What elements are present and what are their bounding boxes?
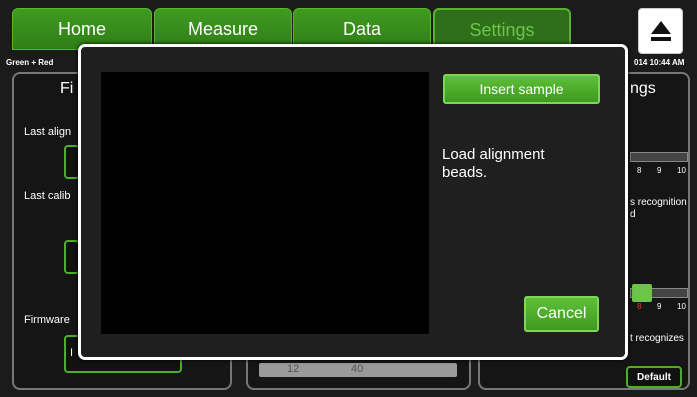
tick-9b: 9	[657, 302, 662, 311]
default-button[interactable]: Default	[626, 366, 682, 388]
tab-home-label: Home	[57, 19, 106, 39]
sample-preview-area	[101, 72, 429, 334]
tab-data-label: Data	[342, 19, 382, 39]
recognition-text-2: d	[630, 209, 636, 220]
status-datetime: 014 10:44 AM	[634, 58, 685, 67]
eject-icon-bar	[651, 37, 671, 41]
recognition-slider[interactable]	[630, 152, 688, 162]
recognizes-text: t recognizes	[630, 333, 684, 344]
tick-9: 9	[657, 166, 662, 175]
panel-right-title: ngs	[630, 80, 656, 97]
eject-icon	[651, 21, 671, 34]
panel-left-title: Fi	[60, 80, 74, 97]
last-align-label: Last align	[24, 126, 72, 138]
tick-8: 8	[637, 166, 642, 175]
cancel-button[interactable]: Cancel	[524, 296, 599, 332]
recognition-slider-ticks: 8 9 10	[637, 166, 697, 175]
insert-sample-button[interactable]: Insert sample	[443, 74, 600, 104]
recognition-text: s recognition	[630, 197, 687, 208]
firmware-value: I	[70, 347, 74, 359]
tab-measure-label: Measure	[187, 19, 259, 39]
mid-value-2: 40	[351, 363, 364, 375]
recognizes-slider-ticks: 8 9 10	[637, 302, 697, 311]
dialog-message: Load alignment beads.	[442, 146, 545, 181]
last-calib-label: Last calib	[24, 190, 71, 202]
status-left: Green + Red	[6, 58, 54, 67]
eject-button[interactable]	[638, 8, 683, 54]
mid-value-1: 12	[287, 363, 300, 375]
firmware-label: Firmware	[24, 314, 70, 326]
mid-values-bar: 12 40	[259, 363, 457, 377]
tick-10b: 10	[677, 302, 686, 311]
tick-10: 10	[677, 166, 686, 175]
tick-8-red: 8	[637, 302, 642, 311]
tab-settings-label: Settings	[469, 20, 535, 40]
recognizes-slider-knob[interactable]	[632, 284, 652, 302]
